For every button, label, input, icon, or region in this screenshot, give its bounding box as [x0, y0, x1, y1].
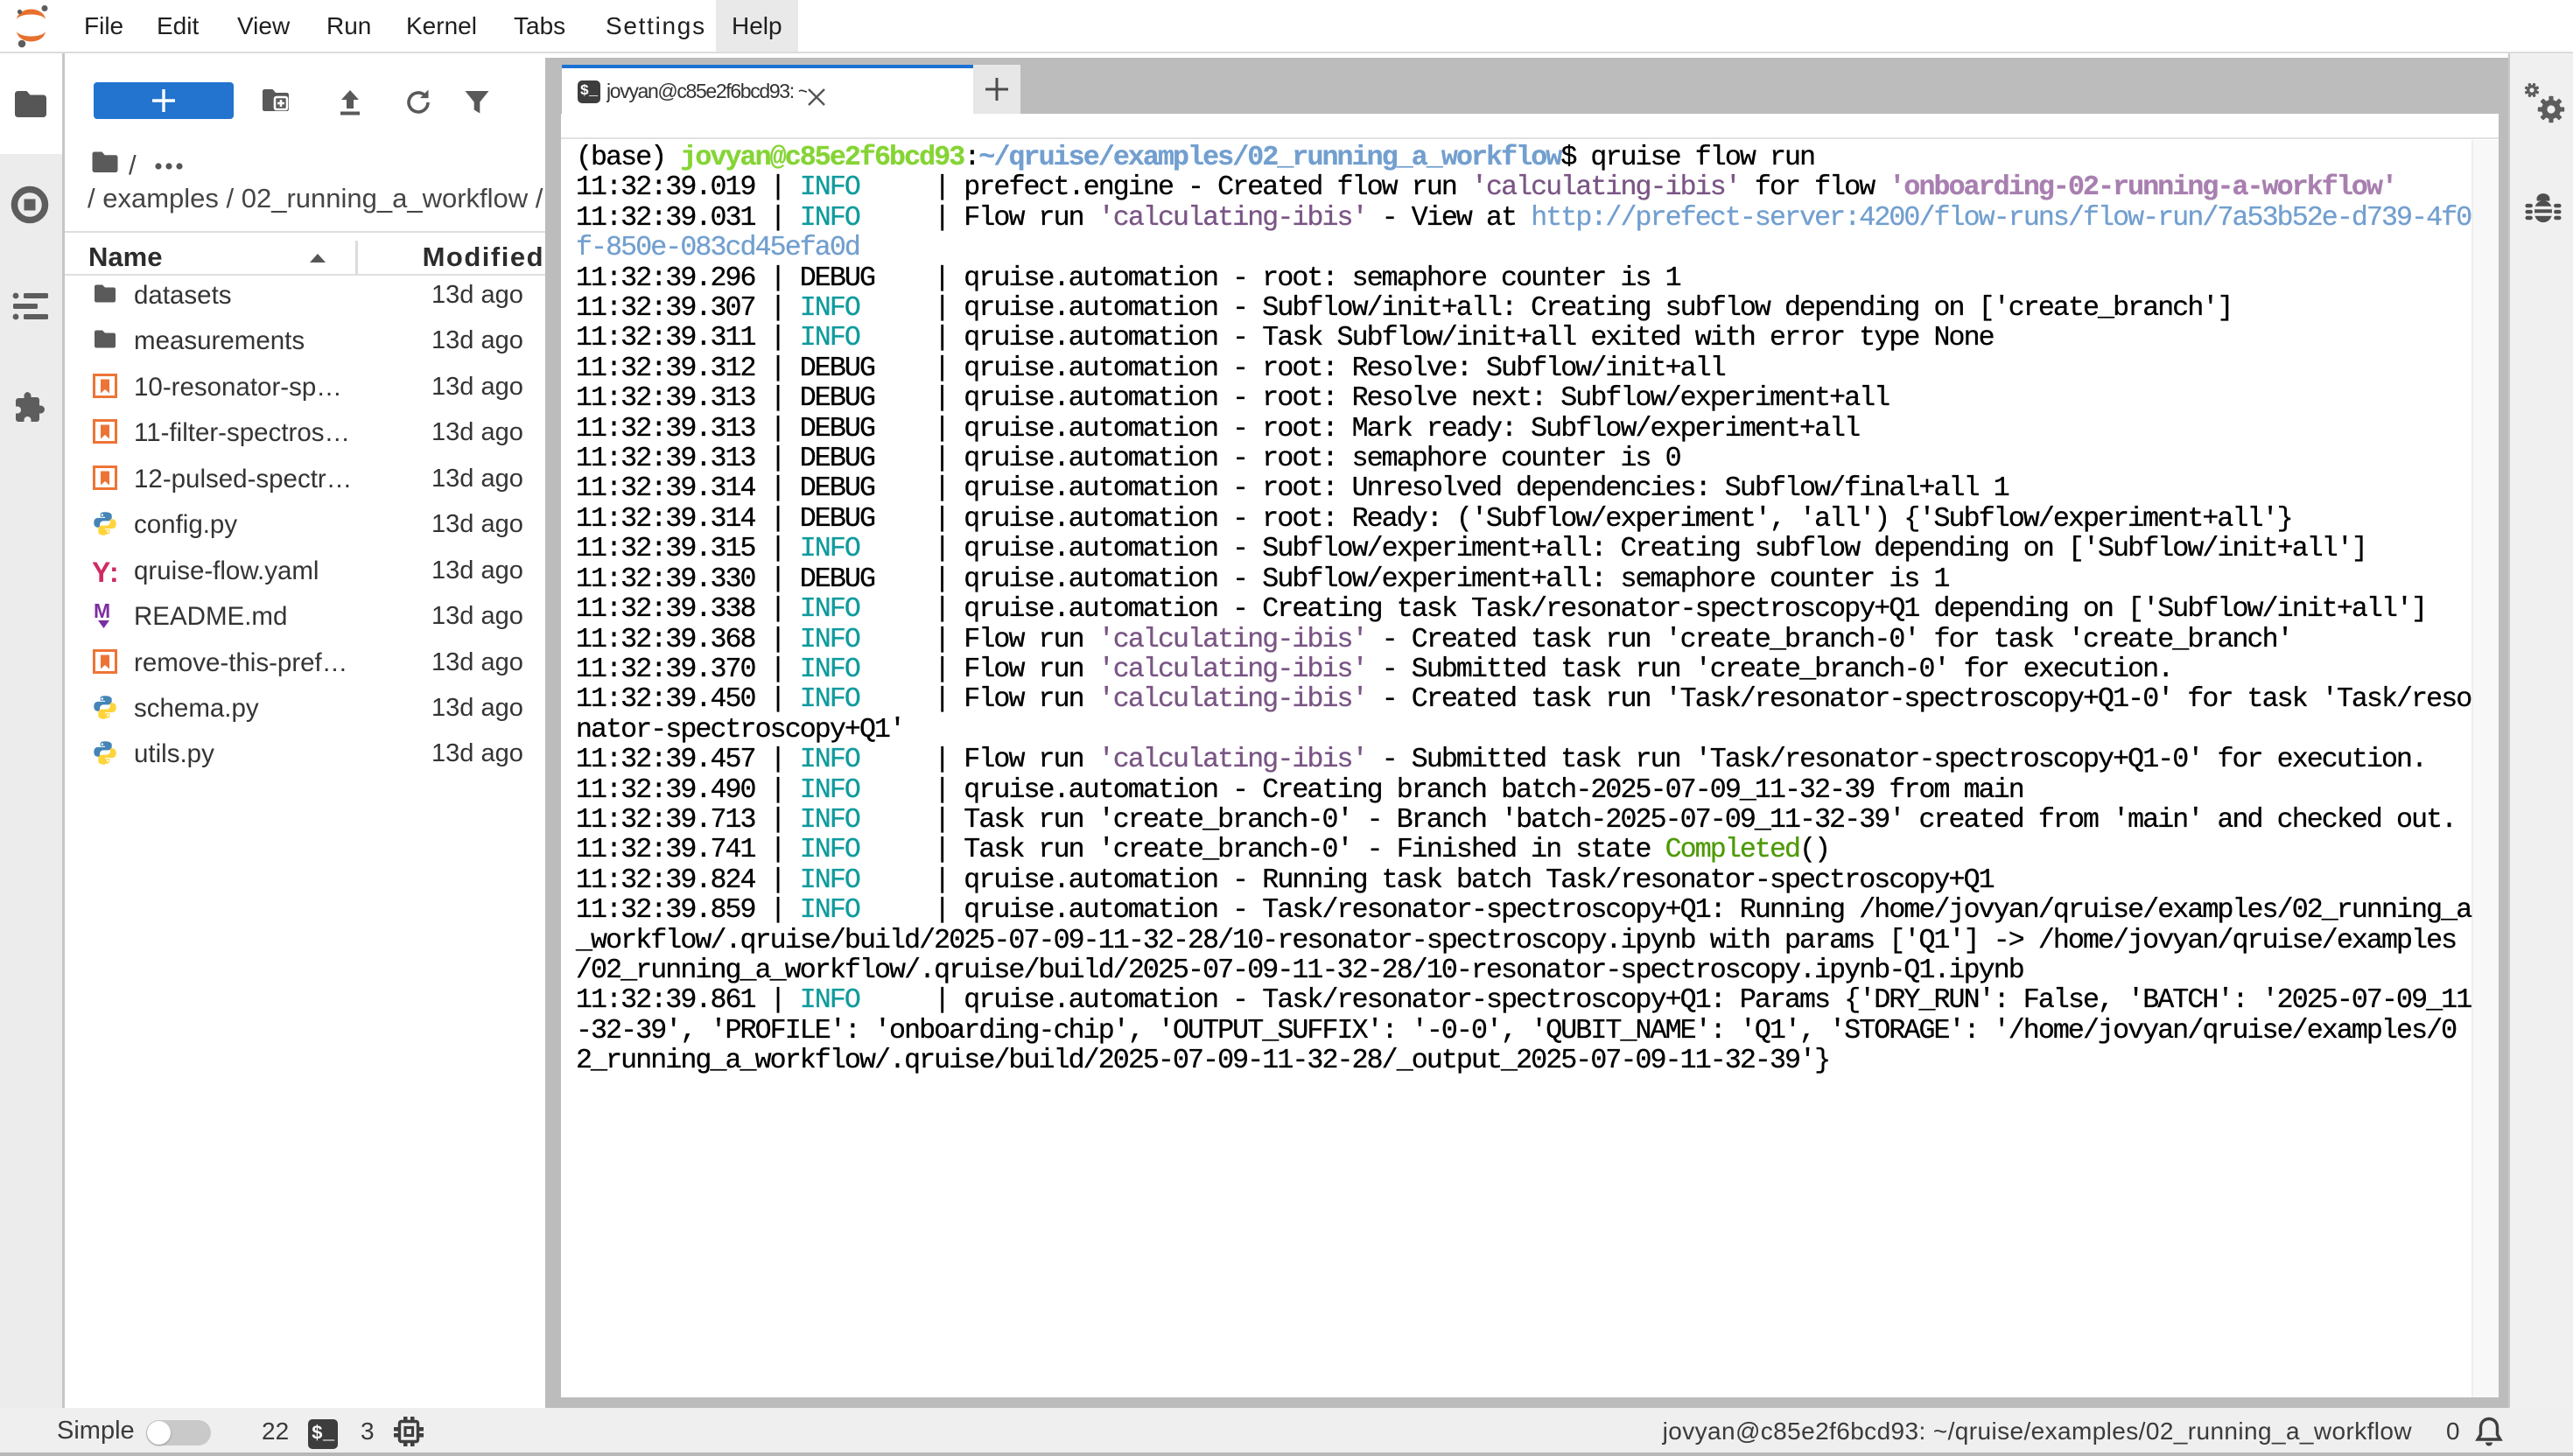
svg-text:M: M [94, 602, 110, 622]
